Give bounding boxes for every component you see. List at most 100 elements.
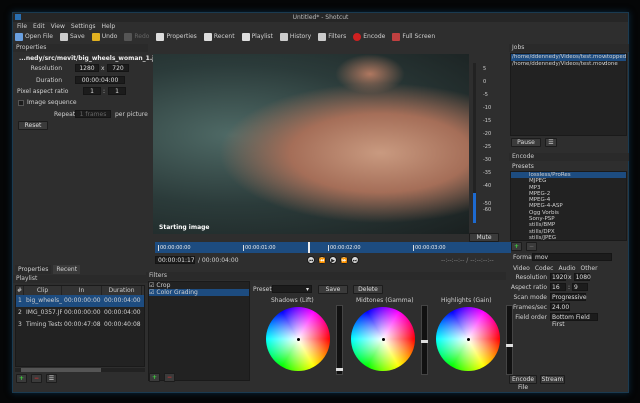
- format-select[interactable]: mov: [532, 253, 612, 261]
- table-cell: 00:00:00:00: [64, 309, 101, 316]
- level-slider[interactable]: [421, 305, 428, 375]
- job-row[interactable]: /home/ddennedy/Videos/test.mov stopped: [511, 54, 626, 61]
- par-den-field[interactable]: 1: [108, 87, 126, 95]
- playlist-button[interactable]: Playlist: [241, 31, 273, 43]
- save-preset-button[interactable]: Save: [318, 285, 348, 294]
- column-header[interactable]: Duration: [102, 286, 142, 295]
- column-header[interactable]: #: [16, 286, 24, 295]
- menu-settings[interactable]: Settings: [71, 22, 96, 31]
- reset-button[interactable]: Reset: [18, 121, 48, 130]
- slider-handle[interactable]: [421, 340, 428, 343]
- table-row[interactable]: 3 Timing Testsl...00:00:47:0800:00:40:08: [16, 319, 144, 331]
- history-button[interactable]: History: [279, 31, 311, 43]
- column-header[interactable]: Clip: [24, 286, 62, 295]
- menu-view[interactable]: View: [51, 22, 65, 31]
- remove-button[interactable]: −: [31, 374, 42, 383]
- tab-codec[interactable]: Codec: [535, 265, 554, 272]
- repeat-field[interactable]: 1 frames: [75, 110, 111, 118]
- job-row[interactable]: /home/ddennedy/Videos/test.mov done: [511, 61, 626, 68]
- par-num-field[interactable]: 1: [83, 87, 101, 95]
- menu-edit[interactable]: Edit: [33, 22, 45, 31]
- color-wheel[interactable]: [266, 307, 330, 371]
- add-button[interactable]: +: [16, 374, 27, 383]
- meter-tick: -40: [483, 183, 492, 189]
- height-field[interactable]: 720: [107, 64, 129, 72]
- full-screen-button[interactable]: Full Screen: [392, 31, 435, 43]
- stream-button[interactable]: Stream: [540, 375, 565, 384]
- redo-button[interactable]: Redo: [124, 31, 149, 43]
- toolbar-label: Open File: [25, 33, 53, 40]
- undo-icon: [91, 32, 100, 41]
- filters-button[interactable]: Filters: [318, 31, 346, 43]
- encode-button[interactable]: Encode: [353, 31, 385, 43]
- rewind-button[interactable]: ⏪: [318, 256, 326, 264]
- aspect-a-field[interactable]: 16: [550, 283, 566, 291]
- tab-audio[interactable]: Audio: [558, 265, 575, 272]
- job-status: stopped: [604, 54, 627, 60]
- filter-checkbox[interactable]: ☑: [149, 282, 154, 289]
- meter-tick: -10: [483, 105, 492, 111]
- delete-preset-button[interactable]: Delete: [353, 285, 383, 294]
- video-preview[interactable]: Starting image: [153, 54, 469, 234]
- res-h-field[interactable]: 1080: [573, 273, 591, 281]
- horizontal-scrollbar[interactable]: [21, 368, 101, 372]
- toolbar-label: Playlist: [251, 33, 273, 40]
- scan-field[interactable]: Progressive: [550, 293, 587, 301]
- color-wheel[interactable]: [436, 307, 500, 371]
- add-filter-button[interactable]: +: [149, 373, 160, 382]
- wheel-handle[interactable]: [382, 338, 385, 341]
- wheel-label: Shadows (Lift): [271, 297, 314, 304]
- duration-field[interactable]: 00:00:04:00: [75, 76, 125, 84]
- recent-button[interactable]: Recent: [203, 31, 235, 43]
- toolbar-label: Recent: [213, 33, 235, 40]
- table-row[interactable]: 1 big_wheels_...00:00:00:0000:00:04:00: [16, 295, 144, 307]
- tab-recent[interactable]: Recent: [53, 265, 81, 274]
- aspect-b-field[interactable]: 9: [572, 283, 589, 291]
- remove-filter-button[interactable]: −: [164, 373, 175, 382]
- tab-properties[interactable]: Properties: [15, 265, 52, 274]
- filter-item[interactable]: ☑ Crop: [149, 282, 249, 289]
- properties-button[interactable]: Properties: [156, 31, 197, 43]
- playhead[interactable]: [308, 242, 311, 253]
- filter-item[interactable]: ☑ Color Grading: [149, 289, 249, 296]
- field-label: Field order: [515, 314, 547, 321]
- pause-button[interactable]: Pause: [511, 138, 541, 147]
- mute-button[interactable]: Mute: [469, 233, 499, 242]
- level-slider[interactable]: [336, 305, 343, 375]
- menu-file[interactable]: File: [17, 22, 27, 31]
- presets-list[interactable]: lossless/ProRes MJPEG MP3 MPEG-2 MPEG-4 MPEG-…: [510, 171, 627, 241]
- fast-forward-button[interactable]: ⏩: [340, 256, 348, 264]
- timeline-ruler[interactable]: 00:00:00:00 00:00:01:00 00:00:02:00 00:00:0…: [155, 242, 511, 253]
- fps-field[interactable]: 24.00: [550, 303, 570, 311]
- job-path: /home/ddennedy/Videos/test.mov: [512, 61, 606, 67]
- field-field[interactable]: Bottom Field First: [550, 313, 598, 328]
- tab-other[interactable]: Other: [581, 265, 598, 272]
- save-button[interactable]: Save: [59, 31, 85, 43]
- wheel-handle[interactable]: [467, 338, 470, 341]
- filter-checkbox[interactable]: ☑: [149, 289, 154, 296]
- remove-preset-button[interactable]: −: [526, 242, 537, 251]
- slider-handle[interactable]: [336, 368, 343, 371]
- menu-button[interactable]: ☰: [46, 374, 57, 383]
- color-wheel[interactable]: [351, 307, 415, 371]
- position-field[interactable]: 00:00:01:17: [155, 256, 195, 264]
- width-field[interactable]: 1280: [75, 64, 99, 72]
- table-row[interactable]: 2 IMG_0357.JPG00:00:00:0000:00:04:00: [16, 307, 144, 319]
- undo-button[interactable]: Undo: [91, 31, 117, 43]
- open-file-button[interactable]: Open File: [15, 31, 53, 43]
- encode-file-button[interactable]: Encode File: [509, 375, 537, 391]
- wheel-handle[interactable]: [297, 338, 300, 341]
- preset-item[interactable]: stills/JPEG: [511, 235, 626, 240]
- skip-next-button[interactable]: ⏭: [351, 256, 359, 264]
- skip-previous-button[interactable]: ⏮: [307, 256, 315, 264]
- preset-select[interactable]: ▾: [272, 285, 312, 293]
- play-button[interactable]: ▶: [329, 256, 337, 264]
- add-preset-button[interactable]: +: [511, 242, 522, 251]
- wheel-label: Midtones (Gamma): [356, 297, 414, 304]
- res-w-field[interactable]: 1920: [550, 273, 567, 281]
- menu-help[interactable]: Help: [102, 22, 116, 31]
- tab-video[interactable]: Video: [513, 265, 530, 272]
- column-header[interactable]: In: [62, 286, 102, 295]
- image-sequence-checkbox[interactable]: [18, 100, 24, 106]
- jobs-menu-button[interactable]: ☰: [545, 138, 557, 147]
